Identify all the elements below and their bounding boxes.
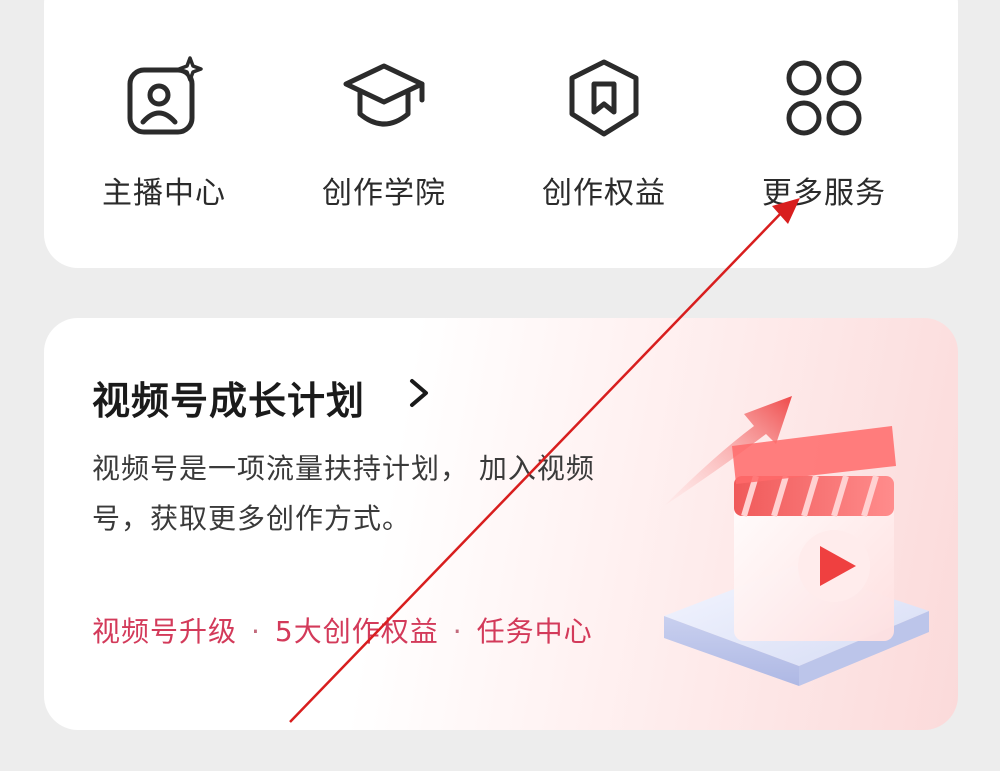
service-label: 创作权益 [542,176,666,211]
growth-plan-links: 视频号升级 · 5大创作权益 · 任务中心 [92,610,593,650]
service-label: 主播中心 [102,176,226,211]
services-card: 主播中心 创作学院 创作权益 更多服务 [44,0,958,268]
link-separator: · [251,615,261,648]
growth-plan-card[interactable]: 视频号成长计划 视频号是一项流量扶持计划， 加入视频号，获取更多创作方式。 视频… [44,318,958,730]
bookmark-shield-icon [569,59,639,137]
link-task-center[interactable]: 任务中心 [477,615,593,648]
chevron-right-icon[interactable] [402,376,436,410]
link-creator-benefits[interactable]: 5大创作权益 [275,615,439,648]
graduation-cap-icon [343,63,425,127]
service-more[interactable]: 更多服务 [724,0,924,260]
video-growth-illustration [664,396,929,686]
grid-circles-icon [786,60,862,136]
growth-plan-title[interactable]: 视频号成长计划 [92,370,365,425]
link-upgrade[interactable]: 视频号升级 [92,615,237,648]
service-creator-academy[interactable]: 创作学院 [284,0,484,260]
service-streamer-center[interactable]: 主播中心 [64,0,264,260]
growth-plan-description: 视频号是一项流量扶持计划， 加入视频号，获取更多创作方式。 [92,452,595,535]
streamer-profile-icon [127,56,203,135]
service-label: 创作学院 [322,176,446,211]
link-separator: · [452,615,463,648]
service-label: 更多服务 [762,176,886,211]
service-creator-benefits[interactable]: 创作权益 [504,0,704,260]
